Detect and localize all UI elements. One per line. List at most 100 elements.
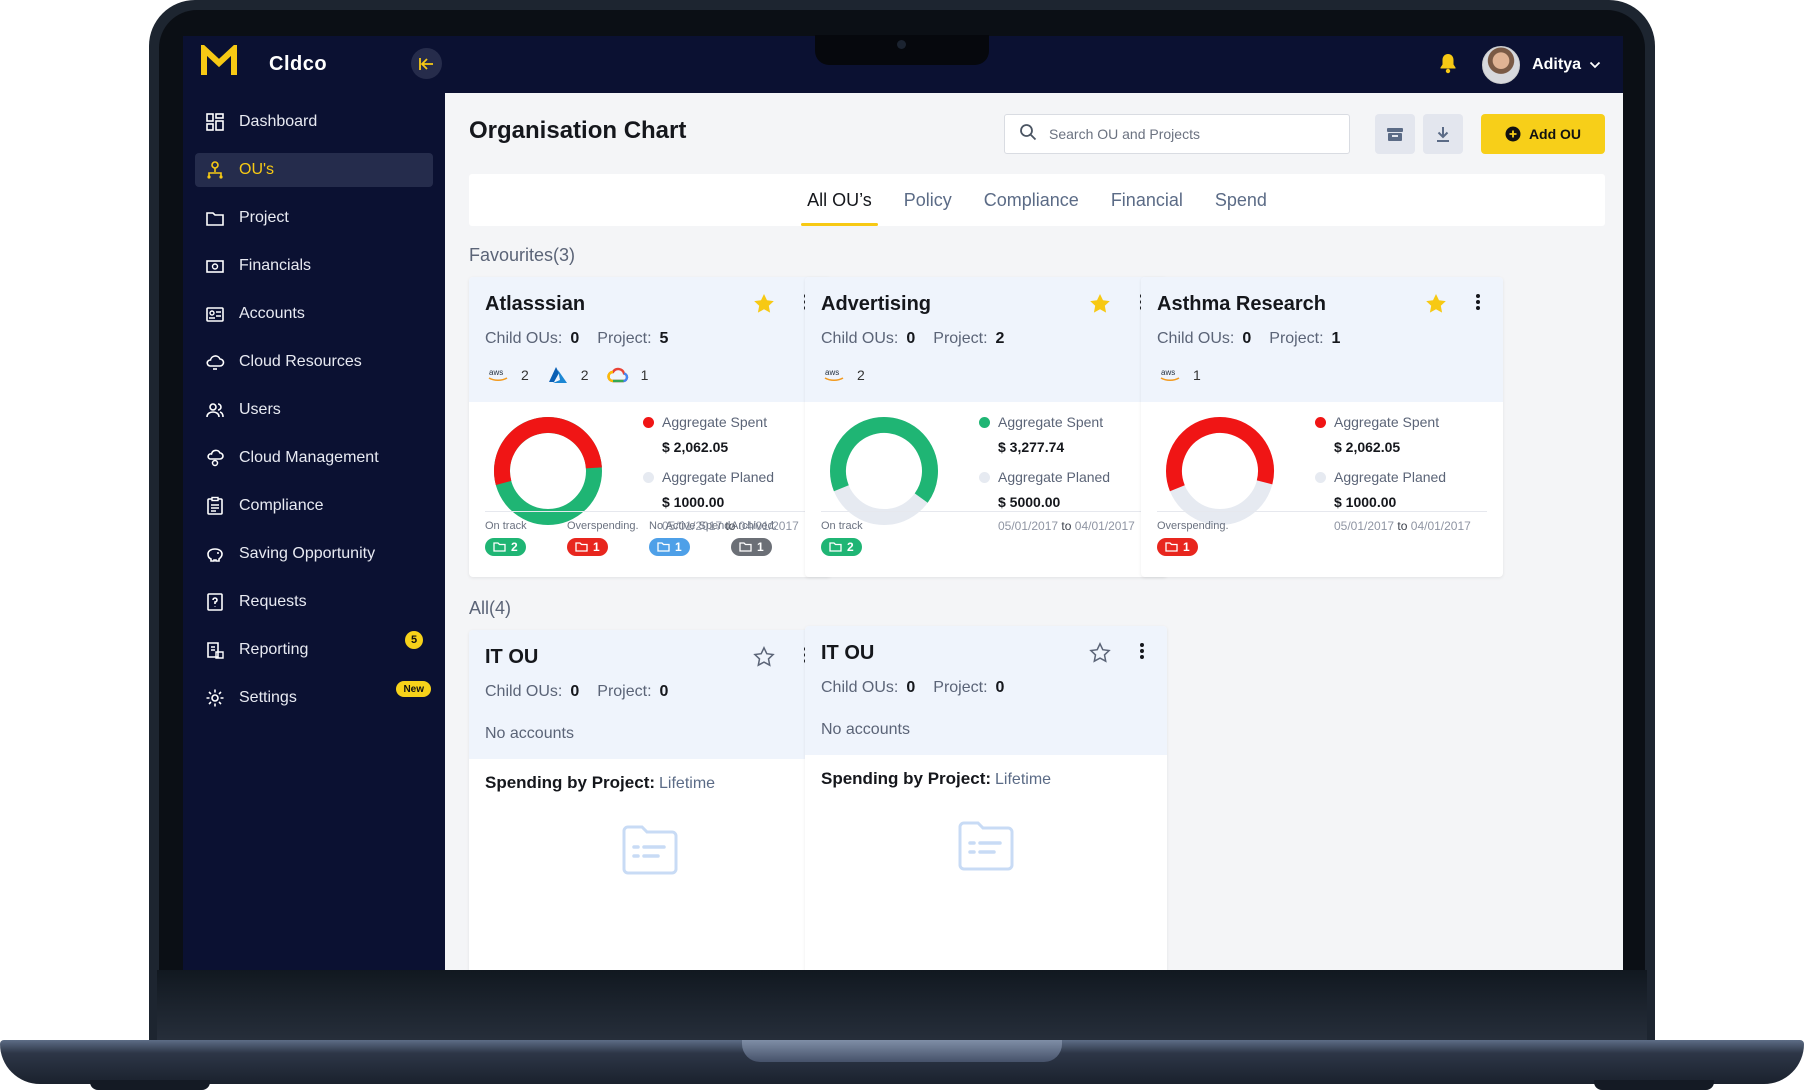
sidebar-item-financials[interactable]: Financials	[195, 249, 433, 283]
cloud-providers: aws 2 2 1	[485, 364, 815, 402]
planned-dot	[643, 471, 654, 483]
svg-text:aws: aws	[1161, 368, 1175, 377]
clipboard-icon	[205, 496, 225, 516]
laptop-chin	[157, 970, 1647, 1040]
provider-count: aws 2	[821, 364, 865, 386]
brand[interactable]: Cldco	[201, 42, 328, 84]
status-badge[interactable]: 2	[821, 538, 862, 556]
azure-icon	[545, 364, 571, 386]
card-header: IT OU Child OUs: 0 Project: 0 No accounts	[805, 626, 1167, 755]
status-badge[interactable]: 1	[1157, 538, 1198, 556]
aws-icon: aws	[821, 364, 847, 386]
sidebar-item-users[interactable]: Users	[195, 393, 433, 427]
card-header: IT OU Child OUs: 0 Project: 0 No accounts	[469, 630, 831, 759]
aws-icon: aws	[1157, 364, 1183, 386]
lifetime-filter[interactable]: Lifetime	[995, 771, 1051, 788]
collapse-sidebar-button[interactable]	[411, 48, 442, 79]
status-badge[interactable]: 1	[649, 538, 690, 556]
star-outline-icon[interactable]	[753, 646, 775, 672]
sidebar-item-compliance[interactable]: Compliance	[195, 489, 433, 523]
lifetime-filter[interactable]: Lifetime	[659, 775, 715, 792]
sidebar-item-cloud-resources[interactable]: Cloud Resources	[195, 345, 433, 379]
laptop-foot	[1594, 1080, 1714, 1090]
status-count: 1	[593, 540, 600, 554]
child-ous-label: Child OUs:	[821, 330, 899, 347]
user-name[interactable]: Aditya	[1532, 56, 1581, 74]
archive-button[interactable]	[1375, 114, 1415, 154]
search-box[interactable]	[1004, 114, 1350, 154]
brand-name: Cldco	[269, 53, 328, 75]
svg-text:aws: aws	[489, 368, 503, 377]
child-ous-label: Child OUs:	[821, 679, 899, 696]
star-filled-icon[interactable]	[1425, 293, 1447, 319]
ou-card[interactable]: Asthma Research Child OUs: 0 Project: 1 aws 1 A…	[1141, 277, 1503, 577]
tab-policy[interactable]: Policy	[904, 174, 952, 226]
status-stats: Overspending. 1	[1157, 511, 1487, 556]
status-stat: Archived. 1	[731, 520, 813, 556]
ou-meta: Child OUs: 0 Project: 5	[485, 330, 815, 348]
screen: Aditya Cldco Dashboard OU's Project Financi…	[183, 36, 1623, 970]
cloud-gear-icon	[205, 448, 225, 468]
aggregate-spent-label: Aggregate Spent	[662, 414, 768, 430]
sidebar-item-ou-s[interactable]: OU's	[195, 153, 433, 187]
bell-icon[interactable]	[1438, 52, 1458, 79]
folder-icon	[205, 208, 225, 228]
tab-bar: All OU’s Policy Compliance Financial Spend	[469, 174, 1605, 226]
page-title: Organisation Chart	[469, 117, 687, 144]
spending-by-project-label: Spending by Project:	[821, 769, 992, 788]
aggregate-planed-value: $ 1000.00	[662, 494, 725, 510]
status-count: 2	[847, 540, 854, 554]
no-accounts-text: No accounts	[821, 721, 910, 738]
star-filled-icon[interactable]	[1089, 293, 1111, 319]
tab-financial[interactable]: Financial	[1111, 174, 1183, 226]
more-options-icon[interactable]	[1139, 642, 1145, 665]
gcp-icon	[605, 364, 631, 386]
status-label: On track	[485, 520, 527, 532]
chevron-down-icon[interactable]	[1589, 56, 1601, 74]
search-input[interactable]	[1047, 125, 1331, 143]
org-icon	[205, 160, 225, 180]
star-outline-icon[interactable]	[1089, 642, 1111, 668]
download-button[interactable]	[1423, 114, 1463, 154]
ou-card[interactable]: Atlasssian Child OUs: 0 Project: 5 aws 2 2 1 Aggr…	[469, 277, 831, 577]
tab-spend[interactable]: Spend	[1215, 174, 1267, 226]
sidebar-item-dashboard[interactable]: Dashboard	[195, 105, 433, 139]
report-icon	[205, 640, 225, 660]
sidebar-item-cloud-management[interactable]: Cloud Management	[195, 441, 433, 475]
request-icon	[205, 592, 225, 612]
sidebar-item-requests[interactable]: Requests	[195, 585, 433, 619]
provider-count: 2	[545, 364, 589, 386]
empty-state-icon	[469, 821, 831, 877]
tab-all-ou-s[interactable]: All OU’s	[801, 174, 878, 226]
more-options-icon[interactable]	[1475, 293, 1481, 316]
avatar[interactable]	[1482, 46, 1521, 84]
sidebar-item-project[interactable]: Project	[195, 201, 433, 235]
status-badge[interactable]: 1	[567, 538, 608, 556]
card-header: Advertising Child OUs: 0 Project: 2 aws 2	[805, 277, 1167, 402]
folder-icon	[575, 542, 588, 552]
provider-count-value: 2	[580, 367, 589, 383]
status-badge[interactable]: 2	[485, 538, 526, 556]
aggregate-spent-label: Aggregate Spent	[1334, 414, 1440, 430]
ou-card[interactable]: IT OU Child OUs: 0 Project: 0 No accounts Spen…	[805, 626, 1167, 970]
sidebar-item-accounts[interactable]: Accounts	[195, 297, 433, 331]
money-icon	[205, 256, 225, 276]
ou-card[interactable]: Advertising Child OUs: 0 Project: 2 aws 2 Aggre…	[805, 277, 1167, 577]
status-count: 2	[511, 540, 518, 554]
add-ou-button[interactable]: Add OU	[1481, 114, 1605, 154]
sidebar-item-settings[interactable]: Settings New	[195, 681, 433, 715]
tab-compliance[interactable]: Compliance	[984, 174, 1079, 226]
aws-icon: aws	[485, 364, 511, 386]
sidebar-item-reporting[interactable]: Reporting 5	[195, 631, 433, 667]
ou-card[interactable]: IT OU Child OUs: 0 Project: 0 No accounts Spen…	[469, 630, 831, 970]
no-accounts-text: No accounts	[485, 725, 574, 742]
star-filled-icon[interactable]	[753, 293, 775, 319]
sidebar-item-saving-opportunity[interactable]: Saving Opportunity	[195, 537, 433, 571]
status-stat: Overspending. 1	[567, 520, 649, 556]
spending-by-project: Spending by Project: Lifetime	[805, 755, 1167, 803]
status-badge[interactable]: 1	[731, 538, 772, 556]
project-count: 1	[1331, 330, 1341, 347]
spent-dot	[979, 416, 990, 428]
ou-meta: Child OUs: 0 Project: 2	[821, 330, 1151, 348]
child-ous-label: Child OUs:	[485, 330, 563, 347]
